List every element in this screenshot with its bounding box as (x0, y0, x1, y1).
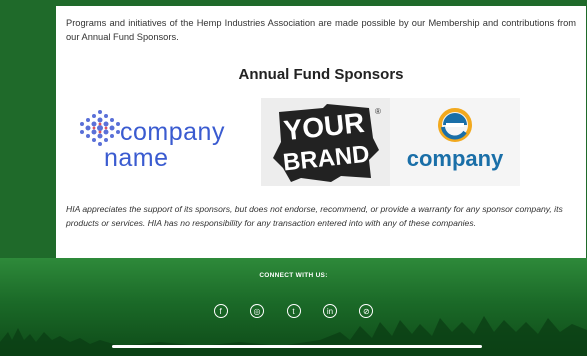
sponsor-logo-your-brand[interactable]: YOUR BRAND ® (261, 98, 396, 186)
disclaimer-text: HIA appreciates the support of its spons… (66, 204, 563, 228)
instagram-icon[interactable]: ◎ (250, 303, 265, 318)
social-links: f ◎ t in ⊘ (0, 302, 587, 320)
company-e-icon (438, 108, 472, 142)
sponsor-name-line1: company (120, 118, 225, 146)
sponsor-logo-company[interactable]: company (390, 98, 520, 186)
your-brand-badge: YOUR BRAND ® (273, 104, 381, 182)
company-wordmark: company (406, 146, 504, 171)
page-frame: Programs and initiatives of the Hemp Ind… (0, 0, 587, 356)
footer: CONNECT WITH US: f ◎ t in ⊘ (0, 258, 587, 356)
sponsor-name-line2: name (104, 144, 169, 172)
linkedin-icon[interactable]: in (322, 303, 337, 318)
section-title: Annual Fund Sponsors (238, 66, 404, 83)
registered-mark: ® (375, 107, 381, 116)
twitter-icon[interactable]: t (286, 303, 301, 318)
intro-text: Programs and initiatives of the Hemp Ind… (66, 18, 576, 42)
sponsor-logo-company-name[interactable]: company name (74, 100, 254, 180)
sponsors-card: Programs and initiatives of the Hemp Ind… (56, 6, 586, 258)
link-icon[interactable]: ⊘ (359, 303, 374, 318)
home-indicator-bar (112, 345, 482, 348)
connect-label: CONNECT WITH US: (259, 272, 328, 279)
facebook-icon[interactable]: f (213, 303, 228, 318)
